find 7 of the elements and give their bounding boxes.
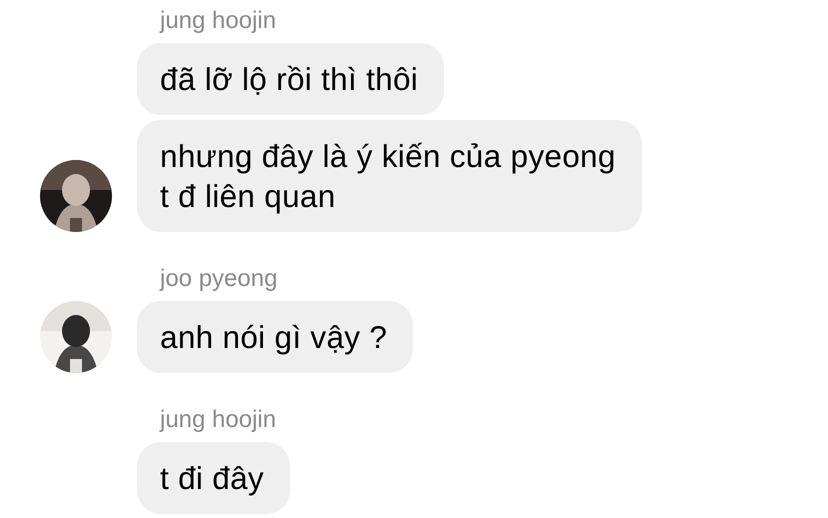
sender-name: jung hoojin <box>160 406 276 434</box>
message-bubble: t đi đây <box>137 442 290 514</box>
sender-name: jung hoojin <box>160 7 276 35</box>
message-bubble: anh nói gì vậy ? <box>137 301 414 373</box>
message-bubble: nhưng đây là ý kiến của pyeong t đ liên quan <box>137 120 642 232</box>
sender-name: joo pyeong <box>160 265 278 293</box>
message-bubble: đã lỡ lộ rồi thì thôi <box>137 43 444 115</box>
